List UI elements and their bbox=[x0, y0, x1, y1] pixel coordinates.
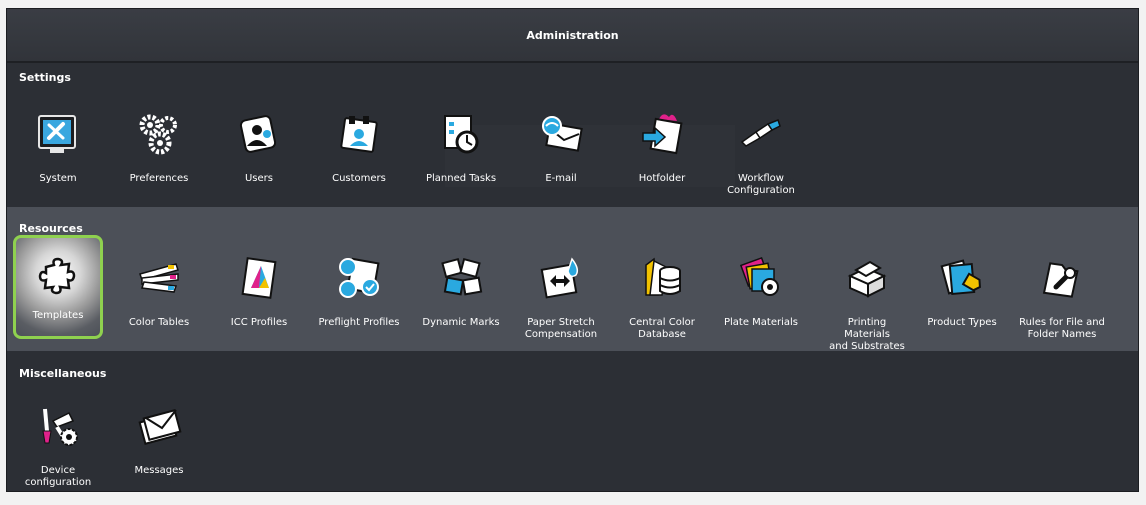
tile-planned-tasks[interactable]: Planned Tasks bbox=[418, 97, 504, 213]
tile-icc-profiles[interactable]: ICC Profiles bbox=[216, 241, 302, 357]
users-icon bbox=[232, 107, 286, 161]
misc-section-label: Miscellaneous bbox=[19, 367, 107, 380]
window-title: Administration bbox=[526, 28, 619, 42]
device-config-icon bbox=[31, 399, 85, 453]
product-types-icon bbox=[935, 251, 989, 305]
tile-label: Plate Materials bbox=[723, 317, 799, 328]
database-icon bbox=[635, 251, 689, 305]
hotfolder-icon bbox=[635, 107, 689, 161]
tile-messages[interactable]: Messages bbox=[116, 389, 202, 505]
tile-label: Customers bbox=[332, 173, 386, 184]
tile-label: System bbox=[39, 173, 77, 184]
customers-icon bbox=[332, 107, 386, 161]
settings-section-label: Settings bbox=[19, 71, 71, 84]
tile-system[interactable]: System bbox=[15, 97, 101, 213]
tile-label: Preflight Profiles bbox=[318, 317, 400, 328]
tile-product-types[interactable]: Product Types bbox=[919, 241, 1005, 357]
window-title-bar: Administration bbox=[7, 9, 1138, 63]
tile-label: Central Color Database bbox=[629, 317, 695, 340]
tile-label: Product Types bbox=[927, 317, 997, 328]
workflow-icon bbox=[734, 107, 788, 161]
tile-rules-file-folder-names[interactable]: Rules for File and Folder Names bbox=[1019, 241, 1105, 357]
tile-paper-stretch-compensation[interactable]: Paper Stretch Compensation bbox=[518, 241, 604, 357]
tile-preferences[interactable]: Preferences bbox=[116, 97, 202, 213]
plate-materials-icon bbox=[734, 251, 788, 305]
tile-printing-materials[interactable]: Printing Materials and Substrates bbox=[824, 241, 910, 357]
tile-label: E-mail bbox=[545, 173, 577, 184]
tile-label: Users bbox=[244, 173, 273, 184]
resources-section-label: Resources bbox=[19, 222, 83, 235]
tile-label: Hotfolder bbox=[638, 173, 686, 184]
tile-color-tables[interactable]: Color Tables bbox=[116, 241, 202, 357]
icc-profile-icon bbox=[232, 251, 286, 305]
rules-icon bbox=[1035, 251, 1089, 305]
tile-device-configuration[interactable]: Device configuration bbox=[15, 389, 101, 505]
preflight-icon bbox=[332, 251, 386, 305]
messages-icon bbox=[132, 399, 186, 453]
tile-label: Templates bbox=[32, 310, 84, 321]
tile-label: Paper Stretch Compensation bbox=[524, 317, 598, 340]
tile-label: Messages bbox=[134, 465, 184, 476]
puzzle-icon bbox=[31, 248, 85, 302]
tile-central-color-database[interactable]: Central Color Database bbox=[619, 241, 705, 357]
tile-label: Dynamic Marks bbox=[422, 317, 500, 328]
tile-label: Workflow Configuration bbox=[727, 173, 795, 196]
tile-users[interactable]: Users bbox=[216, 97, 302, 213]
tile-label: Planned Tasks bbox=[425, 173, 497, 184]
substrates-icon bbox=[840, 251, 894, 305]
dynamic-marks-icon bbox=[434, 251, 488, 305]
tile-dynamic-marks[interactable]: Dynamic Marks bbox=[418, 241, 504, 357]
tile-label: Preferences bbox=[129, 173, 189, 184]
tile-label: Device configuration bbox=[24, 465, 92, 488]
email-icon bbox=[534, 107, 588, 161]
tile-workflow-configuration[interactable]: Workflow Configuration bbox=[718, 97, 804, 213]
tile-label: Rules for File and Folder Names bbox=[1019, 317, 1105, 340]
tile-hotfolder[interactable]: Hotfolder bbox=[619, 97, 705, 213]
tile-templates[interactable]: Templates bbox=[13, 235, 103, 339]
admin-window: Administration Settings System Preferenc… bbox=[6, 8, 1139, 492]
color-fan-icon bbox=[132, 251, 186, 305]
tile-label: ICC Profiles bbox=[230, 317, 288, 328]
clock-icon bbox=[434, 107, 488, 161]
tile-email[interactable]: E-mail bbox=[518, 97, 604, 213]
tile-preflight-profiles[interactable]: Preflight Profiles bbox=[316, 241, 402, 357]
misc-section: Miscellaneous Device configuration Messa… bbox=[7, 351, 1138, 491]
tile-customers[interactable]: Customers bbox=[316, 97, 402, 213]
system-icon bbox=[31, 107, 85, 161]
tile-label: Printing Materials and Substrates bbox=[829, 317, 905, 352]
tile-plate-materials[interactable]: Plate Materials bbox=[718, 241, 804, 357]
settings-section: Settings System Preferences Users Custom… bbox=[7, 63, 1138, 207]
gears-icon bbox=[132, 107, 186, 161]
resources-section: Resources Templates Color Tables ICC Pro… bbox=[7, 207, 1138, 352]
paper-stretch-icon bbox=[534, 251, 588, 305]
tile-label: Color Tables bbox=[128, 317, 190, 328]
